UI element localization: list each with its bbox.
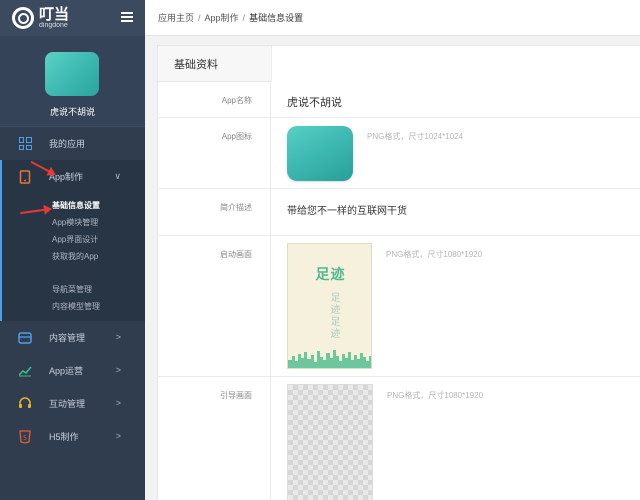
logo-bar: 叮当 dingdone xyxy=(0,0,145,36)
menu-item-label: 我的应用 xyxy=(49,139,86,149)
menu-item-app-make[interactable]: App制作 ∨ xyxy=(0,160,145,193)
breadcrumb-separator: / xyxy=(242,12,246,23)
submenu-item-get-app[interactable]: 获取我的App xyxy=(2,248,145,265)
submenu-item-content-model[interactable]: 内容模型管理 xyxy=(2,298,145,315)
menu-item-label: H5制作 xyxy=(49,432,79,442)
description-label: 简介描述 xyxy=(158,189,271,235)
form-row-icon: App图标 PNG格式，尺寸1024*1024 xyxy=(158,118,640,189)
panel-title: 基础资料 xyxy=(174,58,218,71)
submenu-item-modules[interactable]: App模块管理 xyxy=(2,214,145,231)
splash-image-upload[interactable]: 足迹 足迹足迹 xyxy=(287,243,372,369)
chevron-right-icon: > xyxy=(115,398,121,408)
chevron-right-icon: > xyxy=(115,365,121,375)
panel-header: 基础资料 xyxy=(158,46,640,82)
basic-info-panel: 基础资料 App名称 虎说不胡说 App图标 PNG格式，尺寸1024*1024… xyxy=(157,45,640,500)
app-name-field[interactable]: 虎说不胡说 xyxy=(287,94,342,110)
app-name: 虎说不胡说 xyxy=(49,107,95,117)
phone-icon xyxy=(18,169,32,184)
html5-icon: 5 xyxy=(18,429,32,444)
inbox-icon xyxy=(18,331,32,345)
menu-item-label: 互动管理 xyxy=(49,399,86,409)
submenu-item-ui-design[interactable]: App界面设计 xyxy=(2,231,145,248)
app-name-label: App名称 xyxy=(158,82,271,117)
chart-icon xyxy=(18,364,32,378)
splash-title: 足迹 xyxy=(315,266,346,282)
guide-image-upload[interactable] xyxy=(287,384,373,500)
menu-item-my-apps[interactable]: 我的应用 xyxy=(0,127,145,160)
guide-format-hint: PNG格式，尺寸1080*1920 xyxy=(387,391,484,400)
sidebar: 叮当 dingdone 虎说不胡说 我的应用 App制作 ∨ 基础信息设置 Ap… xyxy=(0,0,145,500)
app-icon-label: App图标 xyxy=(158,118,271,188)
logo-subtext: dingdone xyxy=(39,22,68,29)
menu-item-label: 内容管理 xyxy=(49,333,86,343)
app-icon-upload[interactable] xyxy=(287,126,353,181)
splash-format-hint: PNG格式，尺寸1080*1920 xyxy=(386,250,483,259)
form-row-guide: 引导画面 PNG格式，尺寸1080*1920 xyxy=(158,377,640,500)
guide-label: 引导画面 xyxy=(158,377,271,500)
breadcrumb-app[interactable]: App制作 xyxy=(205,11,239,24)
logo-text: 叮当 xyxy=(39,6,70,23)
app-icon[interactable] xyxy=(45,52,99,96)
chevron-down-icon: ∨ xyxy=(114,171,121,181)
description-field[interactable]: 带给您不一样的互联网干货 xyxy=(287,202,407,217)
chevron-right-icon: > xyxy=(115,431,121,441)
breadcrumb-current: 基础信息设置 xyxy=(249,13,304,23)
splash-vertical-text: 足迹足迹 xyxy=(328,292,339,340)
breadcrumb: 应用主页 / App制作 / 基础信息设置 xyxy=(145,0,640,36)
app-profile: 虎说不胡说 xyxy=(0,36,145,126)
form-row-name: App名称 虎说不胡说 xyxy=(158,82,640,118)
icon-format-hint: PNG格式，尺寸1024*1024 xyxy=(367,132,464,141)
form-row-splash: 启动画面 足迹 足迹足迹 PNG格式，尺寸1080*1920 xyxy=(158,236,640,377)
form-row-description: 简介描述 带给您不一样的互联网干货 xyxy=(158,189,640,236)
skyline-icon xyxy=(288,350,371,368)
menu-item-operations[interactable]: App运营 > xyxy=(0,354,145,387)
splash-label: 启动画面 xyxy=(158,236,271,376)
breadcrumb-separator: / xyxy=(198,12,201,23)
submenu-item-navigation[interactable]: 导航菜管理 xyxy=(2,281,145,298)
headset-icon xyxy=(18,397,32,411)
menu-item-content[interactable]: 内容管理 > xyxy=(0,321,145,354)
chevron-right-icon: > xyxy=(115,332,121,342)
menu-item-h5[interactable]: 5 H5制作 > xyxy=(0,420,145,453)
svg-text:5: 5 xyxy=(23,435,27,442)
logo: 叮当 dingdone xyxy=(39,7,69,29)
logo-icon xyxy=(12,7,34,29)
breadcrumb-home[interactable]: 应用主页 xyxy=(158,11,194,24)
menu-toggle-icon[interactable] xyxy=(121,12,133,22)
menu-item-interaction[interactable]: 互动管理 > xyxy=(0,387,145,420)
menu-item-label: App运营 xyxy=(49,366,84,376)
grid-icon xyxy=(18,137,32,151)
